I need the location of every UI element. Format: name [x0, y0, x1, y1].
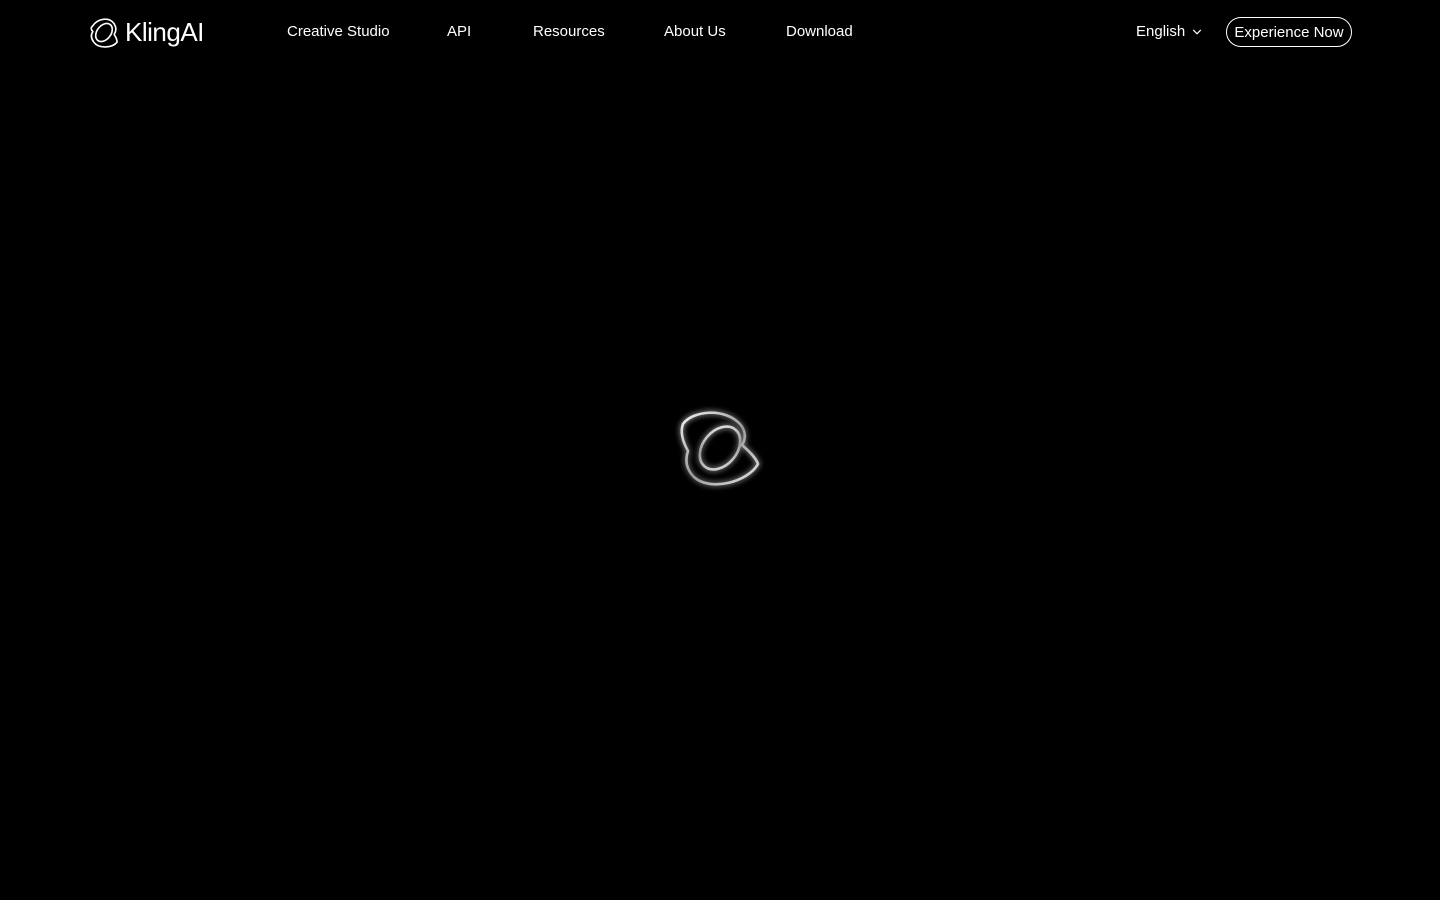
- nav-creative-studio[interactable]: Creative Studio: [287, 22, 390, 42]
- top-navigation-bar: KlingAI Creative Studio API Resources Ab…: [0, 0, 1440, 64]
- chevron-down-icon: [1185, 27, 1202, 37]
- language-selector[interactable]: English: [1136, 22, 1202, 42]
- kling-logo-icon: [672, 402, 768, 498]
- nav-about-us[interactable]: About Us: [664, 22, 726, 42]
- nav-resources[interactable]: Resources: [533, 22, 605, 42]
- language-label: English: [1136, 23, 1186, 40]
- page: KlingAI Creative Studio API Resources Ab…: [0, 0, 1440, 900]
- loading-indicator: [672, 402, 768, 498]
- brand-logo-link[interactable]: KlingAI: [88, 15, 204, 49]
- nav-download[interactable]: Download: [786, 22, 853, 42]
- nav-api[interactable]: API: [447, 22, 471, 42]
- experience-now-button[interactable]: Experience Now: [1226, 17, 1352, 47]
- kling-logo-icon: [88, 16, 119, 49]
- brand-name: KlingAI: [125, 17, 204, 47]
